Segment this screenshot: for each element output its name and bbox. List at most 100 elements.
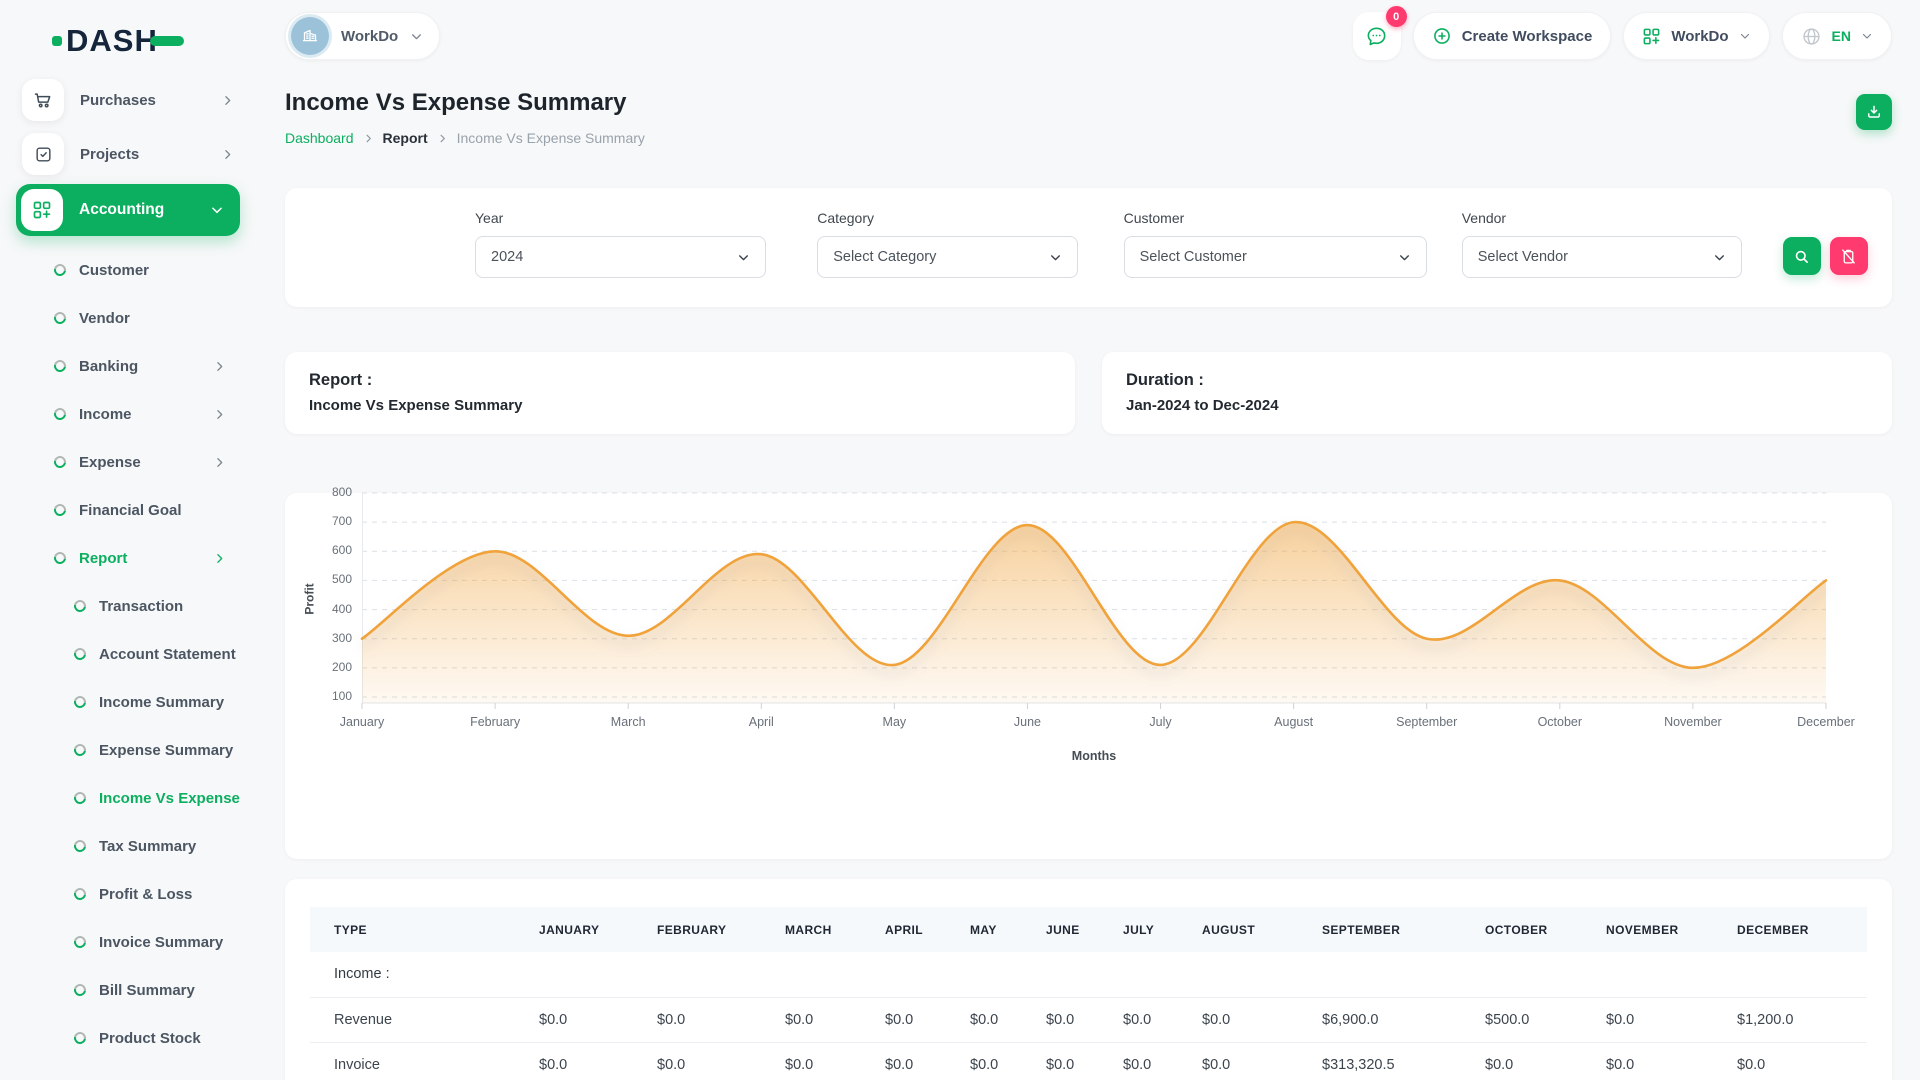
table-header-june: JUNE [1038,907,1115,952]
sidebar-item-accounting[interactable]: Accounting [16,184,240,236]
main-content: WorkDo 0 Create Workspace [256,0,1920,1080]
sidebar-item-label: Product Stock [99,1030,240,1047]
duration-card-title: Duration : [1126,371,1868,390]
duration-card-value: Jan-2024 to Dec-2024 [1126,397,1868,414]
chevron-down-icon [1739,30,1751,42]
bullet-icon [72,982,89,999]
value-cell: $0.0 [1477,1042,1598,1080]
y-axis-tick: 700 [310,514,352,528]
value-cell: $0.0 [777,997,877,1042]
year-select[interactable]: 2024 [475,236,766,278]
value-cell: $0.0 [777,1042,877,1080]
x-axis-tick: April [706,715,816,729]
download-report-button[interactable] [1856,94,1892,130]
workspace-switcher-label: WorkDo [1671,28,1728,45]
value-cell: $0.0 [1038,997,1115,1042]
value-cell: $500.0 [1477,997,1598,1042]
bullet-icon [72,742,89,759]
workspace-avatar [291,17,329,55]
sidebar-item-expense-summary[interactable]: Expense Summary [16,726,240,774]
value-cell: $0.0 [877,1042,962,1080]
value-cell: $6,900.0 [1314,997,1477,1042]
bullet-icon [52,502,69,519]
filter-card: Year 2024 Category Select Category Custo… [285,188,1892,307]
sidebar-item-projects[interactable]: Projects [16,130,240,178]
sidebar-item-account-statement[interactable]: Account Statement [16,630,240,678]
chevron-right-icon [213,408,226,421]
sidebar-item-label: Income [79,406,213,423]
x-axis-tick: October [1505,715,1615,729]
value-cell: $0.0 [1194,1042,1314,1080]
value-cell [531,952,649,997]
value-cell: $1,200.0 [1729,997,1867,1042]
value-cell [1038,952,1115,997]
value-cell: $0.0 [531,1042,649,1080]
sidebar-item-label: Bill Summary [99,982,240,999]
breadcrumb-report-link[interactable]: Report [383,128,428,148]
language-selector[interactable]: EN [1782,12,1892,60]
sidebar-item-income-summary[interactable]: Income Summary [16,678,240,726]
messages-button[interactable]: 0 [1353,12,1401,60]
sidebar-item-label: Projects [80,146,221,163]
sidebar-item-customer[interactable]: Customer [16,246,240,294]
sidebar-item-invoice-summary[interactable]: Invoice Summary [16,918,240,966]
chevron-down-icon [1713,251,1726,264]
sidebar-item-income-vs-expense[interactable]: Income Vs Expense [16,774,240,822]
sidebar-item-report[interactable]: Report [16,534,240,582]
bullet-icon [72,694,89,711]
x-axis-tick: July [1106,715,1216,729]
value-cell: $0.0 [1194,997,1314,1042]
chevron-down-icon [410,30,423,43]
app-logo[interactable]: DASH [52,24,240,58]
bullet-icon [52,310,69,327]
vendor-select[interactable]: Select Vendor [1462,236,1742,278]
sidebar-item-label: Income Vs Expense [99,790,240,807]
value-cell [1314,952,1477,997]
workspace-pill[interactable]: WorkDo [285,12,440,60]
sidebar-item-bill-summary[interactable]: Bill Summary [16,966,240,1014]
sidebar-item-cash-flow[interactable]: Cash Flow [16,1062,240,1080]
value-cell: $0.0 [962,1042,1038,1080]
year-label: Year [475,210,766,226]
workspace-switcher-button[interactable]: WorkDo [1623,12,1769,60]
breadcrumb-dashboard-link[interactable]: Dashboard [285,128,354,148]
sidebar-item-banking[interactable]: Banking [16,342,240,390]
chevron-down-icon [210,203,224,217]
y-axis-tick: 600 [310,543,352,557]
chevron-right-icon [213,456,226,469]
sidebar-item-vendor[interactable]: Vendor [16,294,240,342]
sidebar-item-tax-summary[interactable]: Tax Summary [16,822,240,870]
sidebar-item-label: Invoice Summary [99,934,240,951]
category-select[interactable]: Select Category [817,236,1077,278]
customer-select[interactable]: Select Customer [1124,236,1427,278]
accounting-submenu: CustomerVendor Banking Income ExpenseFinanc… [16,246,240,1080]
value-cell: $0.0 [649,997,777,1042]
sidebar-item-purchases[interactable]: Purchases [16,76,240,124]
value-cell [1477,952,1598,997]
sidebar-item-product-stock[interactable]: Product Stock [16,1014,240,1062]
sidebar-item-financial-goal[interactable]: Financial Goal [16,486,240,534]
create-workspace-button[interactable]: Create Workspace [1413,12,1612,60]
profit-area-chart: Profit Months 800700600500400300200100Ja… [362,493,1826,711]
logo-dash-icon [150,36,184,46]
sidebar-item-profit-loss[interactable]: Profit & Loss [16,870,240,918]
value-cell: $0.0 [962,997,1038,1042]
category-label: Category [817,210,1077,226]
apply-filter-button[interactable] [1783,237,1821,275]
sidebar: DASH Purchases Projects [0,0,256,1080]
sidebar-item-income[interactable]: Income [16,390,240,438]
table-row-revenue: Revenue$0.0$0.0$0.0$0.0$0.0$0.0$0.0$0.0$… [310,997,1867,1042]
bullet-icon [72,790,89,807]
breadcrumb-current: Income Vs Expense Summary [457,128,645,148]
table-header-may: MAY [962,907,1038,952]
reset-filter-button[interactable] [1830,237,1868,275]
value-cell [777,952,877,997]
sidebar-item-expense[interactable]: Expense [16,438,240,486]
bullet-icon [72,838,89,855]
y-axis-tick: 300 [310,631,352,645]
sidebar-item-transaction[interactable]: Transaction [16,582,240,630]
chevron-down-icon [737,251,750,264]
chevron-right-icon [213,360,226,373]
logo-text: DASH [66,24,158,58]
sidebar-item-label: Banking [79,358,213,375]
